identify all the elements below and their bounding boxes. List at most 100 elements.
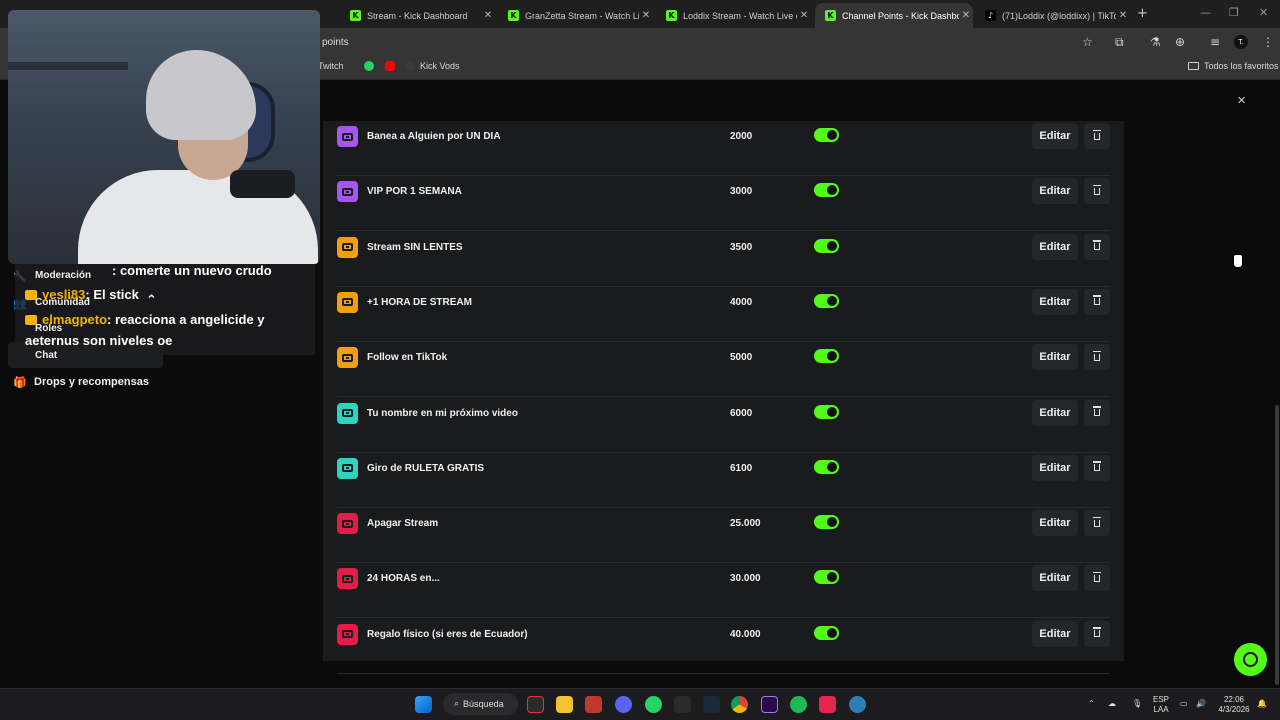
reward-enabled-toggle[interactable] bbox=[814, 515, 839, 530]
volume-icon[interactable]: 🔊 bbox=[1196, 699, 1206, 709]
youtube-icon[interactable] bbox=[385, 61, 400, 71]
discord-icon[interactable] bbox=[615, 696, 632, 713]
close-window-icon[interactable]: ✕ bbox=[1259, 6, 1268, 19]
crown-icon bbox=[25, 315, 37, 325]
edit-button[interactable]: Editar bbox=[1032, 178, 1078, 205]
sidebar-label-chat[interactable]: Chat bbox=[35, 350, 57, 361]
streamer-hair bbox=[146, 50, 256, 140]
sidebar-label-moderacion[interactable]: Moderación bbox=[35, 270, 91, 281]
edit-button[interactable]: Editar bbox=[1032, 510, 1078, 537]
network-icon[interactable]: ▭ bbox=[1180, 699, 1188, 709]
edit-button[interactable]: Editar bbox=[1032, 344, 1078, 371]
reward-enabled-toggle[interactable] bbox=[814, 349, 839, 364]
extension-icon[interactable]: ⚗ bbox=[1150, 35, 1161, 49]
tab-channel-points[interactable]: K Channel Points - Kick Dashboard ✕ bbox=[815, 3, 973, 28]
reward-row: Giro de RULETA GRATIS 6100 Editar bbox=[337, 453, 1110, 508]
microphone-icon[interactable]: 🎙 bbox=[1132, 699, 1142, 709]
onedrive-icon[interactable]: ☁ bbox=[1108, 699, 1116, 709]
chat-text: : reacciona a angelicide y bbox=[107, 312, 265, 327]
minimize-icon[interactable]: — bbox=[1200, 6, 1211, 19]
reward-enabled-toggle[interactable] bbox=[814, 625, 839, 640]
steam-icon[interactable] bbox=[703, 696, 720, 713]
extensions-icon[interactable]: ⧉ bbox=[1115, 35, 1124, 50]
star-icon[interactable]: ☆ bbox=[1082, 35, 1093, 49]
url-text[interactable]: points bbox=[322, 37, 349, 48]
edit-button[interactable]: Editar bbox=[1032, 454, 1078, 481]
whatsapp-icon[interactable] bbox=[364, 61, 379, 71]
taskbar-search[interactable]: ⌕ Búsqueda bbox=[443, 693, 518, 715]
close-tab-icon[interactable]: ✕ bbox=[639, 10, 653, 21]
premiere-icon[interactable] bbox=[761, 696, 778, 713]
all-bookmarks-label: Todos los favoritos bbox=[1204, 61, 1279, 71]
edit-button[interactable]: Editar bbox=[1032, 288, 1078, 315]
chevron-up-icon[interactable]: ⌃ bbox=[1088, 699, 1095, 709]
delete-button[interactable] bbox=[1084, 620, 1110, 647]
whatsapp-icon[interactable] bbox=[645, 696, 662, 713]
reward-name: Apagar Stream bbox=[367, 518, 439, 530]
app-icon[interactable] bbox=[527, 696, 544, 713]
tab-title: GranZetta Stream - Watch Live bbox=[525, 10, 639, 21]
media-control-icon[interactable]: ≡ bbox=[1210, 35, 1220, 49]
delete-button[interactable] bbox=[1084, 565, 1110, 592]
app-icon[interactable] bbox=[585, 696, 602, 713]
close-icon[interactable]: ✕ bbox=[1237, 94, 1246, 107]
windows-start-icon[interactable] bbox=[415, 696, 432, 713]
bookmark-twitch[interactable]: Twitch bbox=[318, 61, 344, 71]
spotify-icon[interactable] bbox=[790, 696, 807, 713]
tab-tiktok[interactable]: ♪ (71)Loddix (@loddixx) | TikTok ✕ bbox=[975, 3, 1130, 28]
restore-icon[interactable]: ❐ bbox=[1229, 6, 1239, 19]
delete-button[interactable] bbox=[1084, 454, 1110, 481]
file-explorer-icon[interactable] bbox=[556, 696, 573, 713]
language-indicator[interactable]: ESP LAA bbox=[1150, 695, 1172, 715]
chrome-icon[interactable] bbox=[731, 696, 748, 713]
tiktok-icon[interactable] bbox=[819, 696, 836, 713]
reward-enabled-toggle[interactable] bbox=[814, 293, 839, 308]
delete-button[interactable] bbox=[1084, 399, 1110, 426]
support-button[interactable] bbox=[1234, 643, 1267, 676]
bookmark-label: Twitch bbox=[318, 61, 344, 71]
notification-icon[interactable]: 🔔 bbox=[1257, 699, 1267, 709]
tab-granzetta[interactable]: K GranZetta Stream - Watch Live ✕ bbox=[498, 3, 653, 28]
delete-button[interactable] bbox=[1084, 288, 1110, 315]
layout-label: LAA bbox=[1153, 705, 1169, 714]
menu-icon[interactable]: ⋮ bbox=[1262, 35, 1274, 49]
reward-enabled-toggle[interactable] bbox=[814, 238, 839, 253]
delete-button[interactable] bbox=[1084, 233, 1110, 260]
edit-button[interactable]: Editar bbox=[1032, 123, 1078, 149]
all-bookmarks[interactable]: Todos los favoritos bbox=[1188, 61, 1279, 71]
sidebar-item-drops[interactable]: 🎁 Drops y recompensas bbox=[13, 376, 149, 389]
profile-avatar[interactable]: T. bbox=[1234, 35, 1248, 49]
delete-button[interactable] bbox=[1084, 123, 1110, 149]
clock[interactable]: 22:06 4/3/2026 bbox=[1213, 695, 1255, 715]
globe-icon[interactable] bbox=[849, 696, 866, 713]
new-tab-button[interactable]: + bbox=[1137, 6, 1148, 21]
close-tab-icon[interactable]: ✕ bbox=[481, 10, 495, 21]
reward-row: Regalo físico (si eres de Ecuador) 40.00… bbox=[337, 619, 1110, 674]
reward-enabled-toggle[interactable] bbox=[814, 128, 839, 142]
extension-icon[interactable]: ⊕ bbox=[1175, 35, 1185, 49]
edit-button[interactable]: Editar bbox=[1032, 233, 1078, 260]
reward-enabled-toggle[interactable] bbox=[814, 570, 839, 585]
tab-loddix-stream[interactable]: K Loddix Stream - Watch Live on ✕ bbox=[656, 3, 811, 28]
edit-button[interactable]: Editar bbox=[1032, 399, 1078, 426]
tab-title: Loddix Stream - Watch Live on bbox=[683, 10, 797, 21]
reward-enabled-toggle[interactable] bbox=[814, 459, 839, 474]
delete-button[interactable] bbox=[1084, 344, 1110, 371]
headset-icon bbox=[1243, 652, 1258, 667]
reward-enabled-toggle[interactable] bbox=[814, 183, 839, 198]
chat-message: aeternus son niveles oe bbox=[25, 333, 172, 348]
reward-enabled-toggle[interactable] bbox=[814, 404, 839, 419]
bookmark-kick-vods[interactable]: Kick Vods bbox=[405, 61, 460, 71]
epic-games-icon[interactable] bbox=[674, 696, 691, 713]
delete-button[interactable] bbox=[1084, 178, 1110, 205]
edit-button[interactable]: Editar bbox=[1032, 620, 1078, 647]
delete-button[interactable] bbox=[1084, 510, 1110, 537]
tab-stream-dashboard[interactable]: K Stream - Kick Dashboard ✕ bbox=[340, 3, 495, 28]
chevron-up-icon[interactable]: ⌃ bbox=[146, 293, 157, 308]
close-tab-icon[interactable]: ✕ bbox=[959, 10, 973, 21]
reward-cost: 4000 bbox=[730, 296, 753, 308]
edit-button[interactable]: Editar bbox=[1032, 565, 1078, 592]
scrollbar[interactable] bbox=[1275, 405, 1279, 685]
close-tab-icon[interactable]: ✕ bbox=[1116, 10, 1130, 21]
close-tab-icon[interactable]: ✕ bbox=[797, 10, 811, 21]
